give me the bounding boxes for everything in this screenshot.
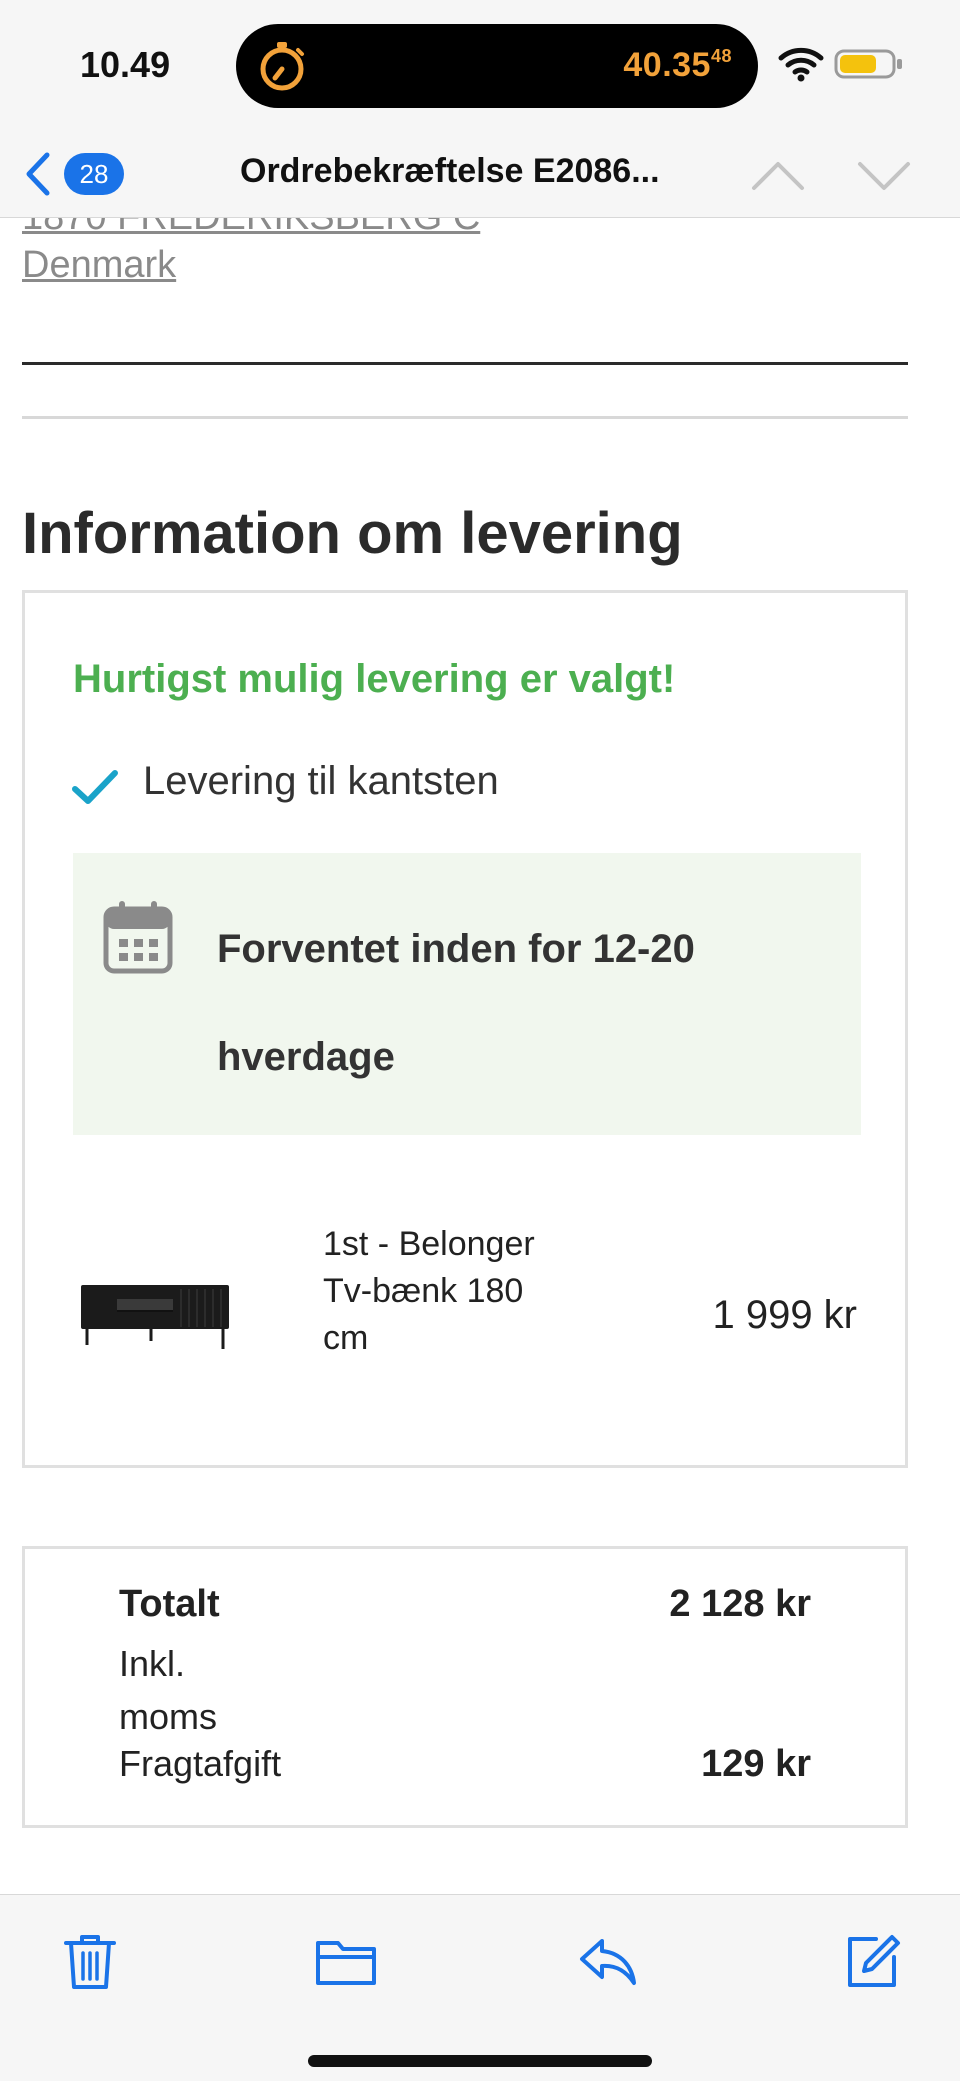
address-country-link[interactable]: Denmark bbox=[22, 244, 176, 287]
delivery-eta-box: Forventet inden for 12-20 hverdage bbox=[73, 853, 861, 1135]
total-value: 2 128 kr bbox=[669, 1583, 811, 1625]
tv-bench-image[interactable] bbox=[77, 1275, 233, 1355]
back-button[interactable]: 28 bbox=[20, 144, 140, 204]
freight-label: Fragtafgift bbox=[119, 1743, 282, 1784]
order-item-price: 1 999 kr bbox=[712, 1293, 857, 1337]
vat-note: Inkl. moms bbox=[119, 1643, 217, 1737]
mail-screen: 10.49 40.3548 28 Ordrebekræftelse E2086.… bbox=[0, 0, 960, 2081]
mail-toolbar bbox=[0, 1894, 960, 2081]
folder-icon[interactable] bbox=[314, 1929, 378, 1993]
email-subject-title: Ordrebekræftelse E2086... bbox=[240, 152, 660, 190]
next-message-button[interactable] bbox=[854, 150, 914, 200]
email-body[interactable]: 1870 FREDERIKSBERG C Denmark Information… bbox=[0, 218, 960, 1894]
mail-nav-bar: 28 Ordrebekræftelse E2086... bbox=[0, 130, 960, 218]
delivery-method: Levering til kantsten bbox=[143, 759, 499, 803]
divider bbox=[22, 416, 908, 419]
delivery-selected-message: Hurtigst mulig levering er valgt! bbox=[73, 657, 676, 701]
order-item-name: 1st - Belonger Tv-bænk 180 cm bbox=[323, 1225, 535, 1357]
wifi-icon bbox=[778, 47, 824, 82]
trash-icon[interactable] bbox=[58, 1929, 122, 1993]
order-totals-box: Totalt 2 128 kr Inkl. moms Fragtafgift 1… bbox=[22, 1546, 908, 1828]
delivery-info-box: Hurtigst mulig levering er valgt! Leveri… bbox=[22, 590, 908, 1468]
address-city-line[interactable]: 1870 FREDERIKSBERG C bbox=[22, 218, 480, 239]
chevron-left-icon bbox=[26, 152, 50, 196]
freight-value: 129 kr bbox=[701, 1743, 811, 1785]
status-bar: 10.49 40.3548 bbox=[0, 0, 960, 130]
status-time: 10.49 bbox=[80, 44, 171, 85]
delivery-section-title: Information om levering bbox=[22, 501, 683, 566]
timer-main: 40.35 bbox=[623, 46, 711, 84]
divider bbox=[22, 362, 908, 365]
dynamic-island[interactable]: 40.3548 bbox=[236, 24, 758, 108]
compose-icon[interactable] bbox=[840, 1929, 904, 1993]
previous-message-button[interactable] bbox=[748, 150, 808, 200]
calendar-icon bbox=[103, 901, 173, 974]
home-indicator[interactable] bbox=[308, 2055, 652, 2067]
total-label: Totalt bbox=[119, 1583, 220, 1625]
unread-count-badge: 28 bbox=[64, 153, 124, 195]
reply-icon[interactable] bbox=[576, 1929, 640, 1993]
battery-icon bbox=[834, 49, 902, 79]
timer-fraction: 48 bbox=[710, 46, 732, 66]
checkmark-icon bbox=[72, 770, 118, 804]
delivery-eta-text: Forventet inden for 12-20 hverdage bbox=[217, 927, 695, 1079]
stopwatch-icon bbox=[260, 42, 304, 91]
timer-readout: 40.3548 bbox=[623, 46, 732, 85]
